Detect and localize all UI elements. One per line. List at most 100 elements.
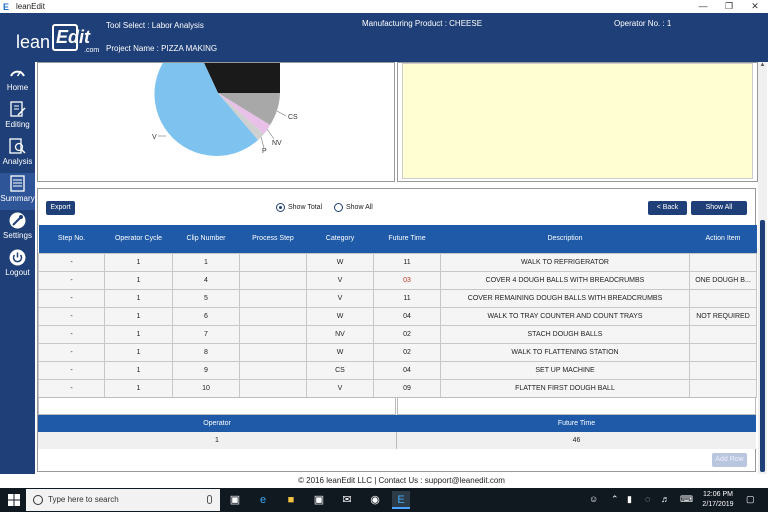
table-cell[interactable]: - [38, 288, 105, 308]
table-cell[interactable]: V [306, 270, 374, 290]
table-cell[interactable]: WALK TO FLATTENING STATION [440, 342, 690, 362]
notes-area[interactable] [402, 63, 753, 179]
show-total-radio[interactable]: Show Total [276, 203, 322, 212]
table-cell[interactable] [689, 342, 757, 362]
column-header[interactable]: Action Item [689, 225, 757, 253]
vertical-scrollbar[interactable]: ▲ ▼ [758, 62, 767, 488]
table-row[interactable]: - 1 1 W 11 WALK TO REFRIGERATOR [38, 252, 757, 272]
scroll-thumb[interactable] [760, 220, 765, 472]
table-cell[interactable] [239, 324, 307, 344]
table-cell[interactable] [239, 306, 307, 326]
table-cell[interactable]: 4 [172, 270, 240, 290]
table-cell[interactable]: 7 [172, 324, 240, 344]
show-all-radio[interactable]: Show All [334, 203, 373, 212]
table-cell[interactable]: COVER REMAINING DOUGH BALLS WITH BREADCR… [440, 288, 690, 308]
table-cell[interactable]: 04 [373, 360, 441, 380]
table-cell[interactable]: V [306, 378, 374, 398]
table-cell[interactable] [239, 252, 307, 272]
store-icon[interactable]: ▣ [310, 491, 328, 509]
table-cell[interactable]: - [38, 270, 105, 290]
table-cell[interactable]: V [306, 288, 374, 308]
sidebar-item-summary[interactable]: Summary [0, 173, 35, 210]
table-cell[interactable] [689, 288, 757, 308]
table-cell[interactable]: - [38, 324, 105, 344]
sidebar-item-home[interactable]: Home [0, 62, 35, 99]
table-cell[interactable]: 1 [104, 342, 173, 362]
column-header[interactable]: Category [306, 225, 374, 253]
table-cell[interactable]: COVER 4 DOUGH BALLS WITH BREADCRUMBS [440, 270, 690, 290]
table-cell[interactable]: 1 [104, 360, 173, 380]
table-cell[interactable]: 1 [104, 252, 173, 272]
column-header[interactable]: Description [440, 225, 690, 253]
sidebar-item-logout[interactable]: Logout [0, 247, 35, 284]
battery-icon[interactable]: ▮ [627, 494, 632, 505]
export-button[interactable]: Export [46, 201, 75, 215]
table-cell[interactable] [689, 252, 757, 272]
table-cell[interactable]: 1 [104, 288, 173, 308]
table-cell[interactable]: WALK TO REFRIGERATOR [440, 252, 690, 272]
table-cell[interactable] [239, 378, 307, 398]
leanedit-taskbar-icon[interactable]: E [392, 491, 410, 509]
scroll-up-icon[interactable]: ▲ [758, 62, 767, 70]
table-row[interactable]: - 1 10 V 09 FLATTEN FIRST DOUGH BALL [38, 378, 757, 398]
taskbar-search-input[interactable]: Type here to search [26, 489, 220, 511]
column-header[interactable]: Step No. [38, 225, 105, 253]
table-cell[interactable]: 5 [172, 288, 240, 308]
restore-button[interactable]: ❐ [716, 0, 742, 13]
table-row[interactable]: - 1 6 W 04 WALK TO TRAY COUNTER AND COUN… [38, 306, 757, 326]
table-cell[interactable]: 03 [373, 270, 441, 290]
table-cell[interactable]: 8 [172, 342, 240, 362]
table-cell[interactable] [239, 270, 307, 290]
mail-icon[interactable]: ✉ [338, 491, 356, 509]
table-row[interactable]: - 1 9 CS 04 SET UP MACHINE [38, 360, 757, 380]
add-row-button[interactable]: Add Row [712, 453, 747, 467]
edge-browser-icon[interactable]: e [254, 491, 272, 509]
table-cell[interactable]: - [38, 378, 105, 398]
table-cell[interactable]: 11 [373, 252, 441, 272]
table-cell[interactable]: W [306, 342, 374, 362]
table-cell[interactable] [689, 324, 757, 344]
table-cell[interactable]: 1 [172, 252, 240, 272]
table-cell[interactable]: 10 [172, 378, 240, 398]
table-cell[interactable]: W [306, 306, 374, 326]
table-cell[interactable] [239, 360, 307, 380]
table-cell[interactable]: STACH DOUGH BALLS [440, 324, 690, 344]
table-cell[interactable]: 04 [373, 306, 441, 326]
table-cell[interactable]: - [38, 252, 105, 272]
table-cell[interactable]: FLATTEN FIRST DOUGH BALL [440, 378, 690, 398]
table-cell[interactable]: 1 [104, 306, 173, 326]
keyboard-icon[interactable]: ⌨ [680, 494, 693, 505]
table-cell[interactable] [689, 360, 757, 380]
microphone-icon[interactable] [207, 495, 212, 504]
table-cell[interactable] [239, 288, 307, 308]
table-cell[interactable] [239, 342, 307, 362]
file-explorer-icon[interactable]: ■ [282, 491, 300, 509]
table-cell[interactable]: 1 [104, 378, 173, 398]
table-cell[interactable]: - [38, 342, 105, 362]
table-cell[interactable]: 02 [373, 342, 441, 362]
back-button[interactable]: < Back [648, 201, 687, 215]
table-cell[interactable]: SET UP MACHINE [440, 360, 690, 380]
table-cell[interactable]: 1 [104, 324, 173, 344]
table-cell[interactable]: - [38, 306, 105, 326]
table-cell[interactable]: CS [306, 360, 374, 380]
task-view-icon[interactable]: ▣ [226, 491, 244, 509]
windows-start-icon[interactable] [8, 494, 20, 506]
table-cell[interactable]: 09 [373, 378, 441, 398]
column-header[interactable]: Operator Cycle [104, 225, 173, 253]
network-icon[interactable]: ◌ [645, 494, 650, 504]
column-header[interactable]: Future Time [373, 225, 441, 253]
tray-chevron-icon[interactable]: ⌃ [611, 494, 619, 505]
camera-icon[interactable]: ◉ [366, 491, 384, 509]
minimize-button[interactable]: — [690, 0, 716, 13]
table-row[interactable]: - 1 7 NV 02 STACH DOUGH BALLS [38, 324, 757, 344]
table-row[interactable]: - 1 8 W 02 WALK TO FLATTENING STATION [38, 342, 757, 362]
table-cell[interactable]: 02 [373, 324, 441, 344]
table-cell[interactable]: W [306, 252, 374, 272]
table-cell[interactable]: WALK TO TRAY COUNTER AND COUNT TRAYS [440, 306, 690, 326]
table-cell[interactable]: NV [306, 324, 374, 344]
sidebar-item-analysis[interactable]: Analysis [0, 136, 35, 173]
table-cell[interactable]: - [38, 360, 105, 380]
table-row[interactable]: - 1 4 V 03 COVER 4 DOUGH BALLS WITH BREA… [38, 270, 757, 290]
sidebar-item-settings[interactable]: Settings [0, 210, 35, 247]
